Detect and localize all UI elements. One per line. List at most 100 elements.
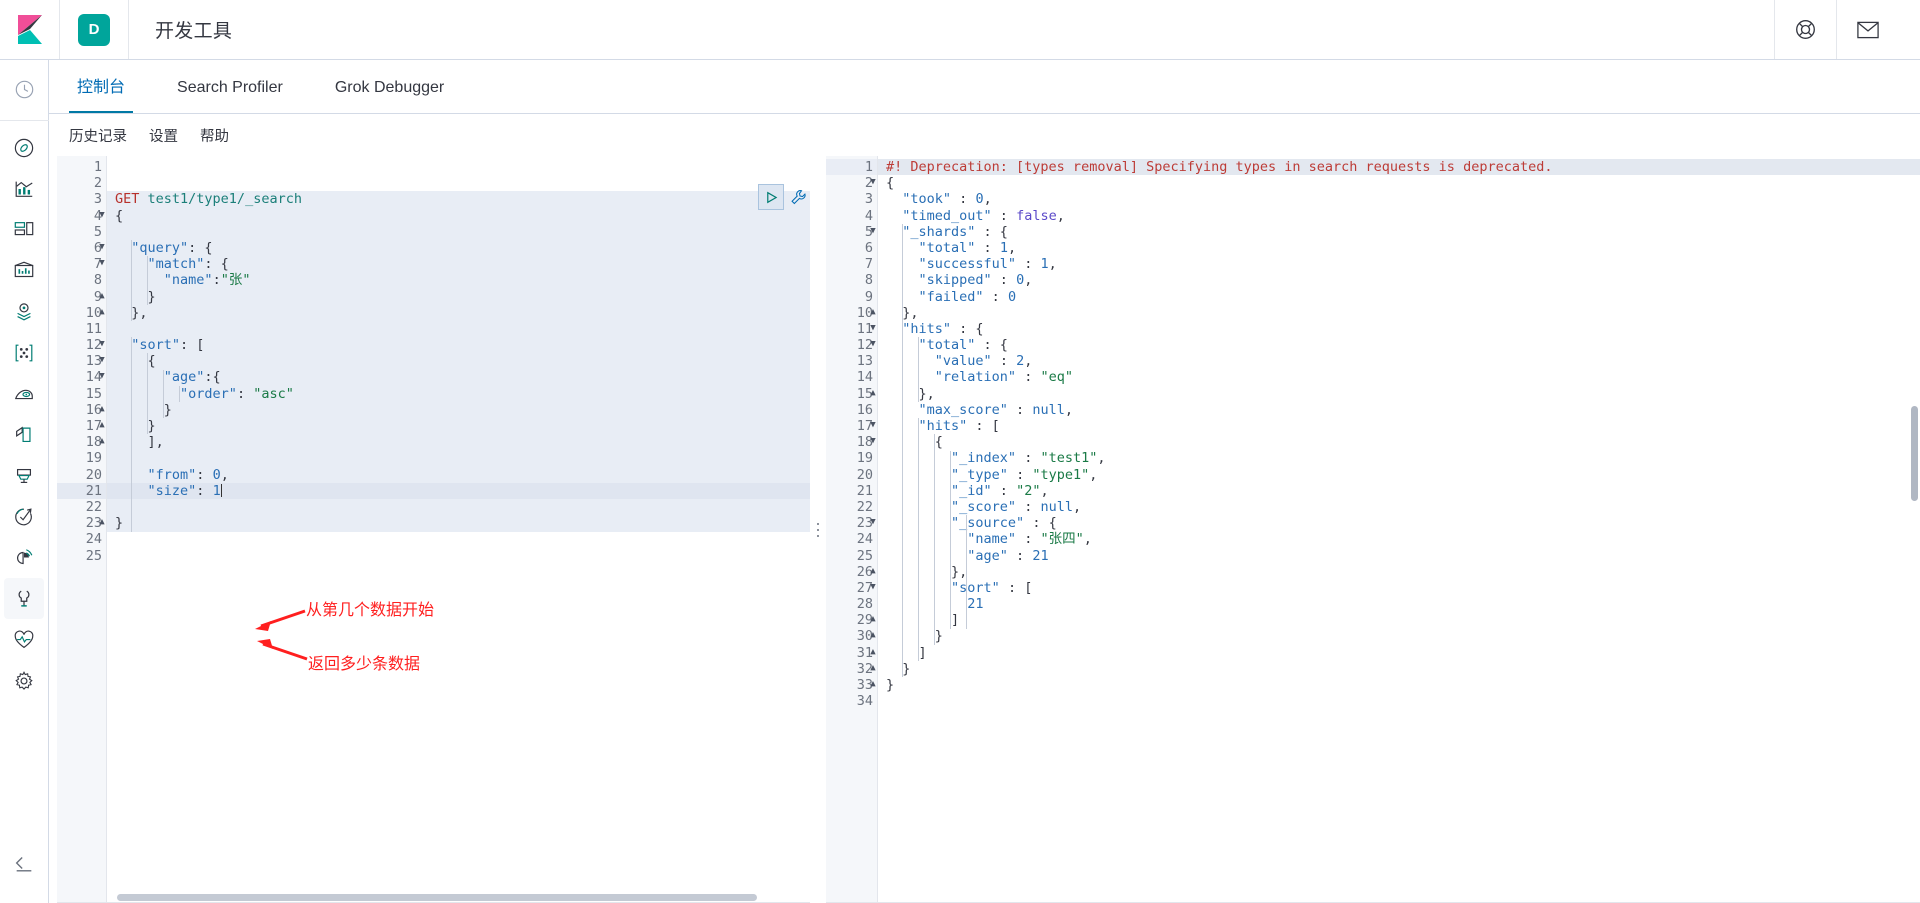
line-number: 3 <box>93 191 102 208</box>
token-punc: }, <box>951 563 968 580</box>
token-punc: }, <box>918 385 935 402</box>
token-punc: } <box>147 288 156 305</box>
code-line: ], <box>107 434 810 450</box>
request-menu-button[interactable] <box>786 184 810 210</box>
token-key: "total" <box>918 239 976 256</box>
line-number: 11 <box>85 320 102 337</box>
collapse-nav-icon <box>15 856 32 871</box>
token-punc: ] <box>918 644 927 661</box>
response-line-numbers: 1 2 ▼ 3 4 5 ▼ 6 7 8 9 10 ▲ 11 ▼ 12 ▼ 13 14 15 ▲ 16 17 ▼ 18 ▼ 19 20 2… <box>826 156 878 903</box>
line-number: 2 ▼ <box>826 175 877 191</box>
line-number: 29 ▲ <box>826 612 877 628</box>
token-num: 2 <box>1016 353 1025 370</box>
submenu-history[interactable]: 历史记录 <box>69 125 127 146</box>
sidebar-item-monitoring[interactable] <box>0 619 49 660</box>
token-punc: : { <box>975 337 1008 354</box>
sidebar-item-discover[interactable] <box>0 127 49 168</box>
token-punc: : <box>1016 498 1041 515</box>
sidebar-item-infrastructure[interactable] <box>0 373 49 414</box>
token-punc: }, <box>131 304 148 321</box>
token-key: "relation" <box>934 369 1017 386</box>
response-vscrollbar-thumb[interactable] <box>1911 406 1918 501</box>
sidebar-item-logs[interactable] <box>0 414 49 455</box>
token-key: "sort" <box>131 337 181 354</box>
space-selector[interactable]: D <box>60 0 129 59</box>
sidebar-collapse-toggle[interactable] <box>0 842 49 883</box>
line-number: 3 <box>864 191 873 208</box>
sidebar-item-visualize[interactable] <box>0 168 49 209</box>
token-punc: { <box>115 207 124 224</box>
pane-resizer-handle[interactable] <box>810 156 826 903</box>
token-key: "match" <box>147 256 205 273</box>
sidebar-item-uptime[interactable] <box>0 496 49 537</box>
kibana-logo[interactable] <box>0 0 60 59</box>
code-line: }, <box>107 305 810 321</box>
sidebar-item-dashboard[interactable] <box>0 209 49 250</box>
line-number: 20 <box>85 466 102 483</box>
code-line: "sort" : [ <box>878 580 1920 596</box>
request-editor[interactable]: 1 2 3 4 ▼ 5 6 ▼ 7 ▼ 8 9 ▲ 10 ▲ 11 12 ▼ 13 ▼ 14 ▼ 15 16 ▲ 17 ▲ 18 ▲ 19… <box>57 156 810 903</box>
submenu-help[interactable]: 帮助 <box>200 125 229 146</box>
token-punc: : <box>991 272 1017 289</box>
kibana-logo-icon <box>17 14 42 44</box>
sidebar-item-canvas[interactable] <box>0 250 49 291</box>
sidebar-item-dev-tools[interactable] <box>4 578 44 619</box>
help-lifebuoy-button[interactable] <box>1774 0 1836 59</box>
token-key: "size" <box>147 482 197 499</box>
submenu-settings[interactable]: 设置 <box>149 125 178 146</box>
code-line: } <box>107 418 810 434</box>
mail-envelope-button[interactable] <box>1836 0 1898 59</box>
sidebar-item-machine-learning[interactable] <box>0 332 49 373</box>
code-line: "size": 1 <box>107 483 810 499</box>
request-code-area[interactable]: GET test1/type1/_search{ "query": { "mat… <box>107 156 810 903</box>
request-pane: 1 2 3 4 ▼ 5 6 ▼ 7 ▼ 8 9 ▲ 10 ▲ 11 12 ▼ 13 ▼ 14 ▼ 15 16 ▲ 17 ▲ 18 ▲ 19… <box>57 156 810 903</box>
canvas-icon <box>14 261 34 277</box>
token-key: "hits" <box>902 320 952 337</box>
token-key: "_index" <box>951 450 1017 467</box>
tab-console[interactable]: 控制台 <box>69 73 134 113</box>
send-request-button[interactable] <box>758 184 784 210</box>
line-number: 11 ▼ <box>826 321 877 337</box>
apm-icon <box>16 468 32 483</box>
code-line: } <box>107 402 810 418</box>
code-line: "value" : 2, <box>878 353 1920 369</box>
token-key: "age" <box>967 547 1008 564</box>
token-punc: , <box>1072 498 1082 515</box>
code-line: "timed_out" : false, <box>878 208 1920 224</box>
sidebar-item-management[interactable] <box>0 660 49 701</box>
line-number: 1 <box>93 159 102 175</box>
token-punc: : <box>212 272 221 289</box>
sidebar-item-apm[interactable] <box>0 455 49 496</box>
request-hscroll-thumb[interactable] <box>117 894 757 901</box>
machine-learning-icon <box>15 344 33 361</box>
line-number: 15 <box>85 385 102 402</box>
code-line: "_type" : "type1", <box>878 467 1920 483</box>
token-key: "took" <box>902 191 952 208</box>
token-key: "name" <box>967 531 1017 548</box>
token-punc: } <box>902 660 911 677</box>
response-code-area[interactable]: #! Deprecation: [types removal] Specifyi… <box>878 156 1920 903</box>
response-editor[interactable]: 1 2 ▼ 3 4 5 ▼ 6 7 8 9 10 ▲ 11 ▼ 12 ▼ 13 14 15 ▲ 16 17 ▼ 18 ▼ 19 20 2… <box>826 156 1920 903</box>
sidebar-item-siem[interactable] <box>0 537 49 578</box>
token-punc: : <box>1007 466 1033 483</box>
token-method: GET <box>115 191 140 208</box>
tab-grok-debugger[interactable]: Grok Debugger <box>327 79 452 113</box>
code-line: "query": { <box>107 240 810 256</box>
maps-icon <box>17 302 31 320</box>
request-actions <box>758 184 810 210</box>
tab-search-profiler[interactable]: Search Profiler <box>169 79 291 113</box>
line-number: 8 <box>864 272 873 289</box>
sidebar-item-maps[interactable] <box>0 291 49 332</box>
sidebar-item-recently-viewed[interactable] <box>0 69 49 110</box>
